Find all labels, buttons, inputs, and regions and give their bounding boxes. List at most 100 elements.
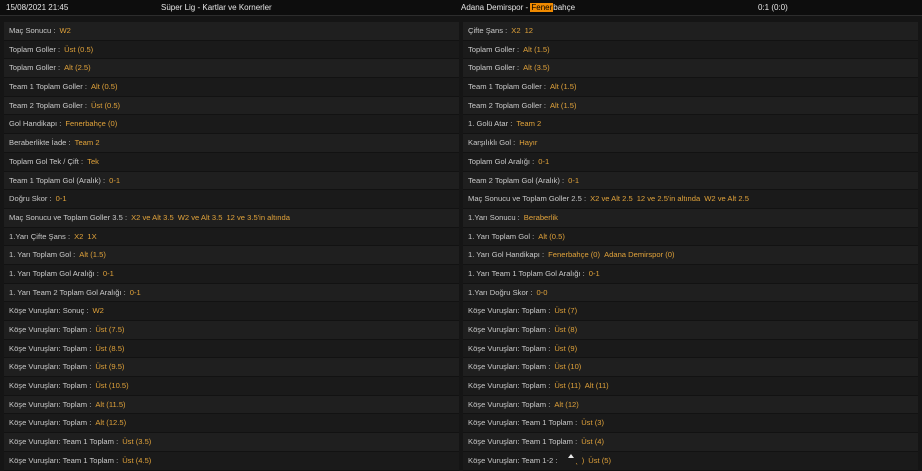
market-row[interactable]: Team 2 Toplam Goller : Alt (1.5): [463, 96, 918, 116]
market-label: Toplam Gol Aralığı: [468, 156, 531, 166]
label-separator: :: [581, 194, 587, 204]
market-row[interactable]: 1.Yarı Doğru Skor :0-0: [463, 283, 918, 303]
label-separator: :: [87, 418, 92, 428]
market-row[interactable]: Toplam Gol Tek / Çift : Tek: [4, 152, 459, 172]
market-result: Hayır: [519, 138, 538, 148]
market-row[interactable]: Toplam Goller : Alt (2.5): [4, 59, 459, 79]
market-row[interactable]: Köşe Vuruşları: Toplam : Üst (9): [463, 339, 918, 359]
market-row[interactable]: Köşe Vuruşları: Team 1-2 :Üst (5)Üst (5): [463, 451, 918, 471]
market-row[interactable]: Toplam Goller : Üst (0.5): [4, 40, 459, 60]
market-label: 1. Yarı Gol Handikapı: [468, 250, 540, 260]
market-label: 1. Yarı Toplam Gol: [468, 231, 531, 241]
market-row[interactable]: Köşe Vuruşları: Toplam : Üst (10): [463, 358, 918, 378]
market-row[interactable]: Çifte Şans : X2 12: [463, 22, 918, 41]
market-row[interactable]: Köşe Vuruşları: Team 1 Toplam : Üst (3.5): [4, 433, 459, 452]
market-result: 12 ve 2.5'in altında: [636, 194, 701, 204]
market-row[interactable]: Köşe Vuruşları: Toplam : Üst (8): [463, 321, 918, 340]
market-row[interactable]: Team 1 Toplam Gol (Aralık) :0-1: [4, 171, 459, 191]
market-row[interactable]: 1. Yarı Team 1 Toplam Gol Aralığı :0-1: [463, 264, 918, 284]
market-row[interactable]: Maç Sonucu ve Toplam Goller 2.5 : X2 ve A…: [463, 190, 918, 209]
market-row[interactable]: 1.Yarı Sonucu : Beraberlik: [463, 208, 918, 228]
market-result: 0-1: [588, 268, 600, 278]
market-row[interactable]: 1. Yarı Toplam Gol Aralığı :0-1: [4, 264, 459, 284]
market-label: Toplam Gol Tek / Çift: [9, 156, 79, 166]
market-row[interactable]: Team 2 Toplam Goller : Üst (0.5): [4, 96, 459, 116]
label-separator: :: [572, 418, 578, 428]
market-result: 12 ve 3.5'in altında: [226, 212, 290, 222]
market-row[interactable]: 1. Yarı Toplam Gol : Alt (0.5): [463, 227, 918, 247]
market-row[interactable]: Maç Sonucu ve Toplam Goller 3.5 : X2 ve A…: [4, 208, 459, 228]
label-separator: :: [100, 175, 106, 185]
market-result: Alt (1.5): [549, 100, 577, 110]
market-row[interactable]: Köşe Vuruşları: Sonuç : W2: [4, 302, 459, 321]
market-result: Üst (9.5): [95, 362, 125, 372]
market-row[interactable]: Köşe Vuruşları: Toplam : Üst (8.5): [4, 339, 459, 359]
market-row[interactable]: 1. Yarı Gol Handikapı : Fenerbahçe (0) Ada…: [463, 246, 918, 265]
market-label: Toplam Goller: [468, 63, 515, 73]
market-result: W2: [59, 26, 71, 35]
market-label: Maç Sonucu ve Toplam Goller 3.5: [9, 212, 123, 222]
market-result: X2: [511, 26, 521, 35]
league-name: Süper Lig - Kartlar ve Kornerler: [161, 3, 272, 12]
label-separator: :: [546, 306, 551, 316]
market-row[interactable]: Köşe Vuruşları: Toplam : Üst (10.5): [4, 377, 459, 396]
market-row[interactable]: Köşe Vuruşları: Toplam : Üst (7.5): [4, 321, 459, 340]
market-row[interactable]: Köşe Vuruşları: Toplam : Alt (11.5): [4, 395, 459, 415]
market-row[interactable]: Köşe Vuruşları: Toplam : Üst (9.5): [4, 358, 459, 378]
market-result: Alt (11.5): [95, 399, 126, 409]
scroll-up-icon[interactable]: [568, 454, 574, 458]
market-result: Üst (11): [554, 381, 581, 391]
market-label: Team 2 Toplam Gol (Aralık): [468, 175, 560, 185]
market-row[interactable]: Toplam Gol Aralığı :0-1: [463, 152, 918, 172]
market-label: Çifte Şans: [468, 26, 504, 35]
market-label: Team 1 Toplam Goller: [468, 82, 542, 92]
market-row[interactable]: Maç Sonucu : W2: [4, 22, 459, 41]
market-row[interactable]: Köşe Vuruşları: Team 1 Toplam : Üst (3): [463, 414, 918, 434]
market-row[interactable]: Team 2 Toplam Gol (Aralık) :0-1: [463, 171, 918, 191]
market-result: Üst (4): [581, 437, 604, 447]
market-label: Köşe Vuruşları: Team 1 Toplam: [9, 455, 114, 465]
market-row[interactable]: Köşe Vuruşları: Team 1 Toplam : Üst (4): [463, 433, 918, 452]
market-result: Tek: [87, 156, 99, 166]
market-row[interactable]: Doğru Skor :0-1: [4, 190, 459, 209]
market-row[interactable]: Beraberlikte İade : Team 2: [4, 134, 459, 153]
market-result: X2 ve Alt 3.5: [131, 212, 174, 222]
market-result: Alt (0.5): [538, 231, 565, 241]
label-separator: :: [71, 250, 76, 260]
results-column-left: Maç Sonucu : W2 Toplam Goller : Üst (0.5) To…: [4, 22, 459, 471]
market-result: Alt (3.5): [523, 63, 550, 73]
label-separator: :: [55, 63, 61, 73]
match-header: 15/08/2021 21:45 Süper Lig - Kartlar ve …: [0, 0, 922, 16]
market-row[interactable]: 1.Yarı Çifte Şans : X2 1X: [4, 227, 459, 247]
label-separator: :: [82, 82, 87, 92]
label-separator: :: [541, 82, 546, 92]
market-label: 1.Yarı Doğru Skor: [468, 287, 529, 297]
market-row[interactable]: Köşe Vuruşları: Toplam : Alt (12.5): [4, 414, 459, 434]
label-separator: :: [546, 381, 551, 391]
market-result: 0-1: [568, 175, 580, 185]
market-row[interactable]: Karşılıklı Gol : Hayır: [463, 134, 918, 153]
market-result: Alt (0.5): [90, 82, 118, 92]
market-row[interactable]: Köşe Vuruşları: Toplam : Üst (7): [463, 302, 918, 321]
market-row[interactable]: Köşe Vuruşları: Team 1 Toplam : Üst (4.5): [4, 451, 459, 471]
market-row[interactable]: Gol Handikapı : Fenerbahçe (0): [4, 115, 459, 135]
market-row[interactable]: 1. Yarı Team 2 Toplam Gol Aralığı :0-1: [4, 283, 459, 303]
market-result: Beraberlik: [523, 212, 558, 222]
market-label: Toplam Goller: [468, 44, 515, 54]
market-label: Köşe Vuruşları: Toplam: [9, 418, 88, 428]
market-row[interactable]: Köşe Vuruşları: Toplam : Alt (12): [463, 395, 918, 415]
market-row[interactable]: Team 1 Toplam Goller : Alt (1.5): [463, 78, 918, 97]
label-separator: :: [515, 212, 520, 222]
market-label: Doğru Skor: [9, 194, 48, 204]
market-row[interactable]: Team 1 Toplam Goller : Alt (0.5): [4, 78, 459, 97]
market-row[interactable]: 1. Golü Atar : Team 2: [463, 115, 918, 135]
market-label: Köşe Vuruşları: Team 1-2: [468, 455, 554, 465]
match-teams: Adana Demirspor - Fenerbahçe: [461, 0, 575, 15]
market-row[interactable]: Köşe Vuruşları: Toplam : Üst (11) Alt (11): [463, 377, 918, 396]
label-separator: :: [572, 437, 578, 447]
market-row[interactable]: Toplam Goller : Alt (1.5): [463, 40, 918, 60]
market-row[interactable]: Toplam Goller : Alt (3.5): [463, 59, 918, 79]
market-row[interactable]: 1. Yarı Toplam Gol : Alt (1.5): [4, 246, 459, 265]
market-result: 0-1: [109, 175, 121, 185]
market-label: Toplam Goller: [9, 63, 56, 73]
